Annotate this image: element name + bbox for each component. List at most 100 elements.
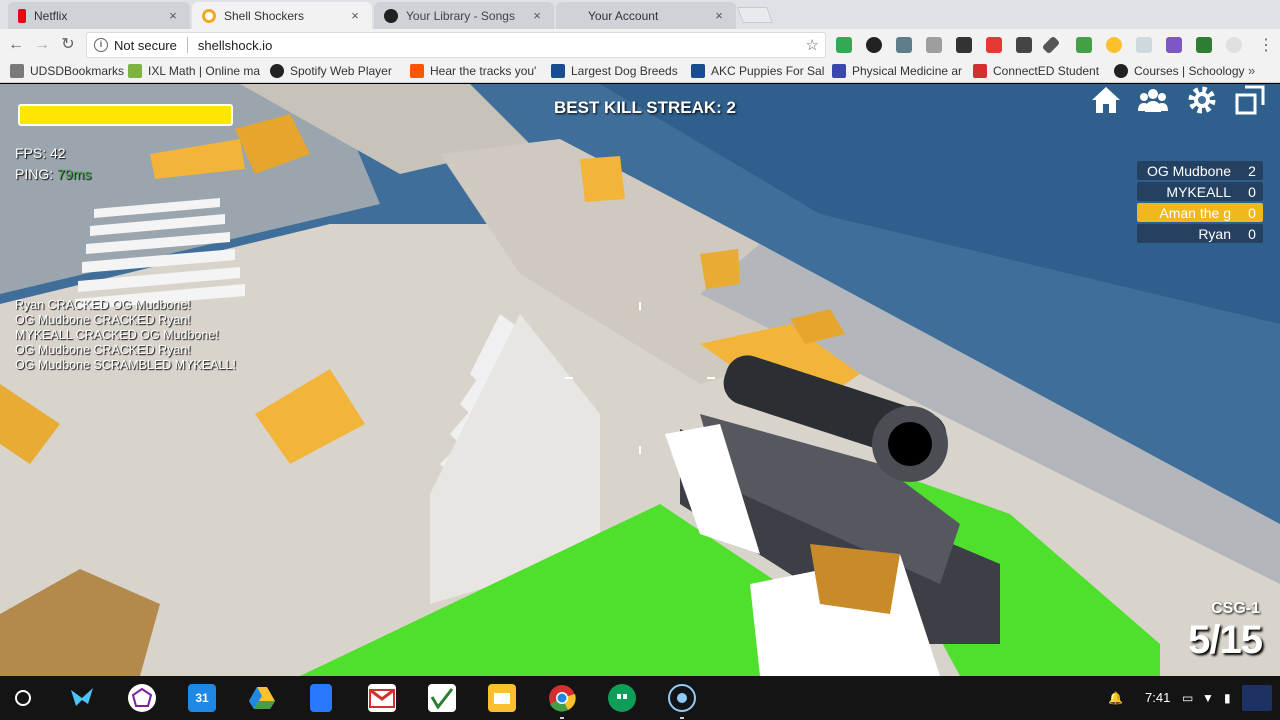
classroom-icon[interactable] bbox=[428, 684, 456, 712]
avatar[interactable] bbox=[1242, 685, 1272, 711]
player-score: 2 bbox=[1248, 162, 1256, 179]
tab-netflix[interactable]: Netflix × bbox=[8, 2, 190, 29]
extension-green-icon[interactable] bbox=[1196, 37, 1212, 53]
scoreboard-row: MYKEALL 0 bbox=[1137, 182, 1263, 201]
bookmark-item[interactable]: UDSDBookmarks bbox=[10, 64, 124, 78]
gmail-icon[interactable] bbox=[368, 684, 396, 712]
fullscreen-icon[interactable] bbox=[1234, 84, 1266, 116]
tab-spotify[interactable]: Your Library - Songs × bbox=[374, 2, 554, 29]
extension-rocket-icon[interactable] bbox=[896, 37, 912, 53]
bookmark-item[interactable]: Hear the tracks you' bbox=[410, 64, 536, 78]
forward-arrow-icon[interactable]: → bbox=[32, 35, 52, 55]
extension-shield-icon[interactable] bbox=[1076, 37, 1092, 53]
chrome-icon[interactable] bbox=[548, 684, 576, 712]
wifi-icon[interactable]: ▼ bbox=[1202, 691, 1214, 705]
info-icon[interactable]: i bbox=[94, 38, 108, 52]
folder-icon bbox=[10, 64, 24, 78]
home-icon[interactable] bbox=[1090, 84, 1122, 116]
slides-icon[interactable] bbox=[488, 684, 516, 712]
bookmark-item[interactable]: IXL Math | Online ma bbox=[128, 64, 260, 78]
screencastify-icon[interactable] bbox=[128, 684, 156, 712]
bookmark-label: Hear the tracks you' bbox=[430, 64, 537, 78]
extension-bug-icon[interactable] bbox=[1166, 37, 1182, 53]
extension-classroom-icon[interactable] bbox=[836, 37, 852, 53]
player-name: MYKEALL bbox=[1166, 183, 1231, 200]
player-score: 0 bbox=[1248, 225, 1256, 242]
ping-label: PING: bbox=[15, 166, 54, 182]
back-arrow-icon[interactable]: ← bbox=[6, 35, 26, 55]
game-viewport[interactable]: FPS: 42 PING: 79ms Ryan CRACKED OG Mudbo… bbox=[0, 84, 1280, 676]
tab-label: Netflix bbox=[34, 8, 68, 23]
close-icon[interactable]: × bbox=[530, 8, 544, 23]
spotify-icon bbox=[384, 8, 398, 23]
extension-circle-icon[interactable] bbox=[866, 37, 882, 53]
netflix-icon bbox=[18, 8, 26, 23]
reload-icon[interactable]: ↻ bbox=[58, 35, 78, 55]
ping-value: 79ms bbox=[57, 166, 92, 182]
battery-icon[interactable]: ▮ bbox=[1224, 691, 1231, 705]
kill-feed: Ryan CRACKED OG Mudbone! OG Mudbone CRAC… bbox=[15, 298, 265, 373]
omnibox-divider bbox=[186, 37, 188, 53]
pm-icon bbox=[832, 64, 846, 78]
bird-icon[interactable] bbox=[68, 684, 96, 712]
launcher-icon[interactable] bbox=[15, 690, 31, 706]
bookmark-item[interactable]: ConnectED Student bbox=[973, 64, 1099, 78]
screen-recorder-icon[interactable] bbox=[668, 684, 696, 712]
akc-icon bbox=[691, 64, 705, 78]
egg-icon bbox=[202, 8, 216, 23]
bookmark-star-icon[interactable]: ☆ bbox=[806, 36, 819, 54]
hangouts-icon[interactable] bbox=[608, 684, 636, 712]
notification-bell-icon[interactable]: 🔔 bbox=[1108, 691, 1123, 705]
drive-icon[interactable] bbox=[248, 684, 276, 712]
extension-screenshot-icon[interactable] bbox=[956, 37, 972, 53]
extension-pen-icon[interactable] bbox=[1041, 35, 1061, 55]
health-bar bbox=[18, 104, 233, 126]
display-icon[interactable]: ▭ bbox=[1182, 691, 1193, 705]
bookmark-item[interactable]: Largest Dog Breeds bbox=[551, 64, 678, 78]
soundcloud-icon bbox=[410, 64, 424, 78]
active-app-indicator bbox=[560, 717, 564, 719]
close-icon[interactable]: × bbox=[712, 8, 726, 23]
tab-label: Your Library - Songs bbox=[406, 8, 515, 23]
scoreboard-row-self: Aman the g 0 bbox=[1137, 203, 1263, 222]
bookmark-item[interactable]: Spotify Web Player bbox=[270, 64, 392, 78]
close-icon[interactable]: × bbox=[348, 8, 362, 23]
bookmark-label: Physical Medicine ar bbox=[852, 64, 963, 78]
address-bar[interactable]: i Not secure shellshock.io ☆ bbox=[86, 32, 826, 58]
tab-strip: Netflix × Shell Shockers × Your Library … bbox=[0, 0, 1280, 29]
tab-shell-shockers[interactable]: Shell Shockers × bbox=[192, 2, 372, 29]
extension-puzzle-icon[interactable] bbox=[926, 37, 942, 53]
extension-yellow-icon[interactable] bbox=[1106, 37, 1122, 53]
menu-dots-icon[interactable]: ⋮ bbox=[1258, 35, 1274, 55]
system-clock[interactable]: 7:41 bbox=[1145, 690, 1170, 705]
player-score: 0 bbox=[1248, 183, 1256, 200]
bookmark-item[interactable]: Physical Medicine ar bbox=[832, 64, 962, 78]
bookmark-label: ConnectED Student bbox=[993, 64, 1100, 78]
os-shelf: 31 🔔 7:41 ▭ ▼ ▮ bbox=[0, 676, 1280, 720]
extension-film-icon[interactable] bbox=[1016, 37, 1032, 53]
more-bookmarks-icon[interactable]: » bbox=[1248, 63, 1255, 78]
players-icon[interactable] bbox=[1137, 84, 1169, 116]
extension-cast-icon[interactable] bbox=[1136, 37, 1152, 53]
ammo-counter: 5/15 bbox=[1188, 618, 1263, 662]
tab-your-account[interactable]: Your Account × bbox=[556, 2, 736, 29]
kill-feed-entry: OG Mudbone CRACKED Ryan! bbox=[15, 343, 191, 357]
player-name: Ryan bbox=[1198, 225, 1231, 242]
connected-icon bbox=[973, 64, 987, 78]
new-tab-button[interactable] bbox=[737, 7, 773, 23]
bookmark-item[interactable]: AKC Puppies For Sal bbox=[691, 64, 824, 78]
calendar-icon[interactable]: 31 bbox=[188, 684, 216, 712]
extension-circle-gray-icon[interactable] bbox=[1226, 37, 1242, 53]
bookmark-item[interactable]: Courses | Schoology bbox=[1114, 64, 1245, 78]
gear-icon[interactable] bbox=[1186, 84, 1218, 116]
spotify-icon bbox=[270, 64, 284, 78]
url-text[interactable]: shellshock.io bbox=[198, 38, 272, 53]
tab-label: Your Account bbox=[588, 8, 659, 23]
bookmark-label: Spotify Web Player bbox=[290, 64, 392, 78]
bookmark-label: UDSDBookmarks bbox=[30, 64, 125, 78]
kill-feed-entry: MYKEALL CRACKED OG Mudbone! bbox=[15, 328, 219, 342]
docs-icon[interactable] bbox=[310, 684, 332, 712]
akc-icon bbox=[551, 64, 565, 78]
extension-red-icon[interactable] bbox=[986, 37, 1002, 53]
close-icon[interactable]: × bbox=[166, 8, 180, 23]
